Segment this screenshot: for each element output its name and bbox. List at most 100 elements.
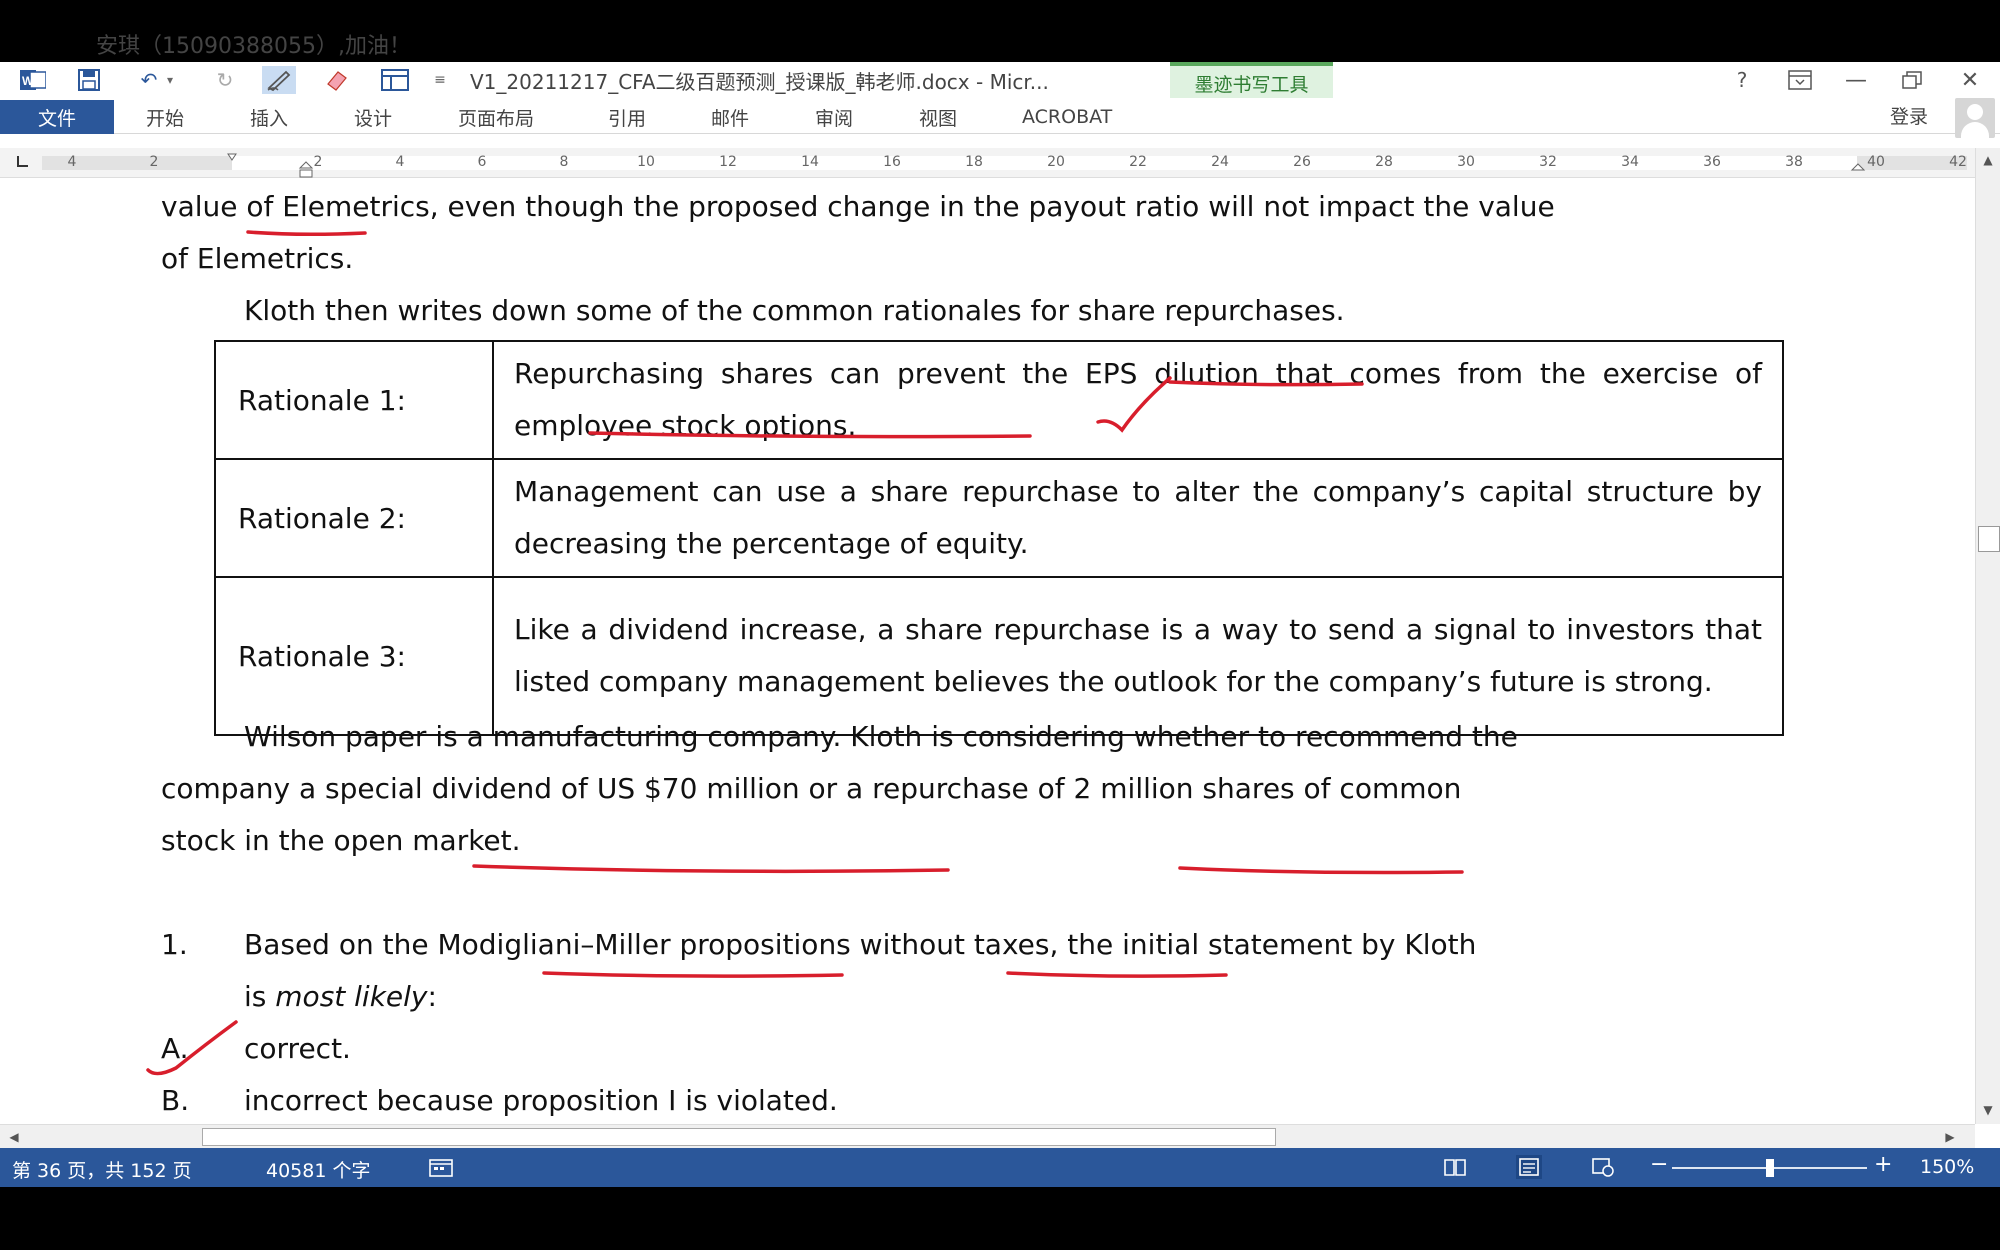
zoom-slider-thumb[interactable] <box>1765 1159 1774 1177</box>
close-icon[interactable]: ✕ <box>1950 64 1990 96</box>
ink-underline <box>472 864 950 874</box>
ruler-label: 24 <box>1211 154 1229 170</box>
ribbon-tab-bar: 文件 开始 插入 设计 页面布局 引用 邮件 审阅 视图 ACROBAT 登录 <box>0 98 2000 138</box>
save-icon[interactable] <box>72 66 106 94</box>
body-text-line: Kloth then writes down some of the commo… <box>244 294 1345 327</box>
svg-text:W: W <box>22 74 34 88</box>
ruler-scale <box>42 153 1967 178</box>
tab-page-layout[interactable]: 页面布局 <box>458 100 534 134</box>
scroll-right-icon[interactable]: ▶ <box>1940 1127 1960 1147</box>
help-icon[interactable]: ? <box>1722 64 1762 96</box>
question-text: : <box>427 980 437 1013</box>
ruler-label: 40 <box>1867 154 1885 170</box>
document-title: V1_20211217_CFA二级百题预测_授课版_韩老师.docx - Mic… <box>470 70 1049 94</box>
table-row: Rationale 3: Like a dividend increase, a… <box>214 576 1784 736</box>
tab-file[interactable]: 文件 <box>0 100 114 134</box>
avatar[interactable] <box>1955 98 1995 138</box>
document-page[interactable]: value of Elemetrics, even though the pro… <box>0 178 1975 1124</box>
redo-icon[interactable]: ↻ <box>208 66 242 94</box>
title-bar: W ↶ ▾ ↻ ≡ V1_20211217_CFA二级百题预测_授课版_韩老师.… <box>0 62 2000 134</box>
customize-toolbar-icon[interactable]: ≡ <box>430 66 450 94</box>
zoom-level[interactable]: 150% <box>1920 1156 1974 1178</box>
tab-insert[interactable]: 插入 <box>250 100 288 134</box>
login-link[interactable]: 登录 <box>1890 102 1928 129</box>
tab-view[interactable]: 视图 <box>919 100 957 134</box>
ruler-label: 32 <box>1539 154 1557 170</box>
zoom-out-button[interactable]: − <box>1650 1152 1668 1177</box>
proofing-icon[interactable] <box>428 1155 454 1179</box>
scroll-left-icon[interactable]: ◀ <box>4 1127 24 1147</box>
video-overlay-bar: 安琪（15090388055）,加油！ <box>0 0 2000 62</box>
ruler-label: 6 <box>477 154 487 170</box>
ruler-label: 16 <box>883 154 901 170</box>
tab-design[interactable]: 设计 <box>354 100 392 134</box>
pen-icon[interactable] <box>262 66 296 94</box>
ink-underline <box>1178 866 1464 875</box>
eraser-icon[interactable] <box>320 66 354 94</box>
ink-underline <box>542 971 844 978</box>
word-count[interactable]: 40581 个字 <box>266 1156 370 1183</box>
zoom-in-button[interactable]: + <box>1874 1152 1892 1177</box>
tab-home[interactable]: 开始 <box>146 100 184 134</box>
option-text: incorrect because proposition I is viola… <box>244 1084 838 1117</box>
video-letterbox-bottom <box>0 1187 2000 1250</box>
rationale-text: Management can use a share repurchase to… <box>492 458 1784 578</box>
ruler-label: 4 <box>395 154 405 170</box>
layout-icon[interactable] <box>378 66 412 94</box>
scroll-up-icon[interactable]: ▲ <box>1978 150 1998 170</box>
ruler-label: 14 <box>801 154 819 170</box>
body-text-line: value of Elemetrics, even though the pro… <box>161 190 1555 223</box>
undo-dropdown-icon[interactable]: ▾ <box>160 66 180 94</box>
question-text: is <box>244 980 276 1013</box>
tab-mailings[interactable]: 邮件 <box>711 100 749 134</box>
status-bar: 第 36 页，共 152 页 40581 个字 − + 150% <box>0 1148 2000 1187</box>
ruler-label: 36 <box>1703 154 1721 170</box>
question-stem-cont: is most likely: <box>244 980 437 1013</box>
ruler-label: 28 <box>1375 154 1393 170</box>
restore-window-icon[interactable] <box>1892 64 1932 96</box>
ruler-label: 2 <box>149 154 159 170</box>
scroll-down-icon[interactable]: ▼ <box>1978 1100 1998 1120</box>
ruler-label: 30 <box>1457 154 1475 170</box>
horizontal-scroll-thumb[interactable] <box>202 1128 1276 1146</box>
watermark-text: 安琪（15090388055）,加油！ <box>96 34 411 59</box>
rationale-label: Rationale 3: <box>214 576 494 736</box>
ruler-label: 20 <box>1047 154 1065 170</box>
word-app-icon[interactable]: W <box>16 66 50 94</box>
ruler-label: 12 <box>719 154 737 170</box>
horizontal-ruler[interactable]: 4 2 2 4 6 8 10 12 14 16 18 20 22 24 26 2… <box>0 148 1975 178</box>
ruler-label: 42 <box>1949 154 1967 170</box>
rationale-text: Like a dividend increase, a share repurc… <box>492 576 1784 736</box>
ruler-label: 4 <box>67 154 77 170</box>
ribbon-display-options-icon[interactable] <box>1780 64 1820 96</box>
horizontal-scrollbar[interactable]: ◀ ▶ <box>0 1124 1975 1148</box>
table-row: Rationale 2: Management can use a share … <box>214 458 1784 578</box>
ruler-label: 38 <box>1785 154 1803 170</box>
question-stem: Based on the Modigliani–Miller propositi… <box>244 928 1477 961</box>
rationale-text: Repurchasing shares can prevent the EPS … <box>492 340 1784 460</box>
ink-underline <box>1006 971 1228 978</box>
option-text: correct. <box>244 1032 351 1065</box>
ruler-label: 8 <box>559 154 569 170</box>
option-letter: A. <box>161 1032 189 1065</box>
ruler-label: 34 <box>1621 154 1639 170</box>
tab-review[interactable]: 审阅 <box>815 100 853 134</box>
tab-references[interactable]: 引用 <box>608 100 646 134</box>
tab-acrobat[interactable]: ACROBAT <box>1022 100 1112 134</box>
body-text-line: of Elemetrics. <box>161 242 354 275</box>
read-mode-icon[interactable] <box>1442 1155 1468 1179</box>
body-text-line: stock in the open market. <box>161 824 521 857</box>
ruler-label: 22 <box>1129 154 1147 170</box>
minimize-icon[interactable]: — <box>1836 64 1876 96</box>
rationale-label: Rationale 1: <box>214 340 494 460</box>
option-letter: B. <box>161 1084 190 1117</box>
vertical-scrollbar[interactable]: ▲ ▼ <box>1975 148 2000 1124</box>
page-info[interactable]: 第 36 页，共 152 页 <box>12 1156 192 1183</box>
web-layout-icon[interactable] <box>1590 1155 1616 1179</box>
ink-underline <box>246 230 367 237</box>
ruler-label: 10 <box>637 154 655 170</box>
vertical-scroll-thumb[interactable] <box>1978 526 2000 552</box>
question-emphasis: most likely <box>275 980 428 1013</box>
ruler-label: 26 <box>1293 154 1311 170</box>
print-layout-icon[interactable] <box>1516 1155 1542 1179</box>
